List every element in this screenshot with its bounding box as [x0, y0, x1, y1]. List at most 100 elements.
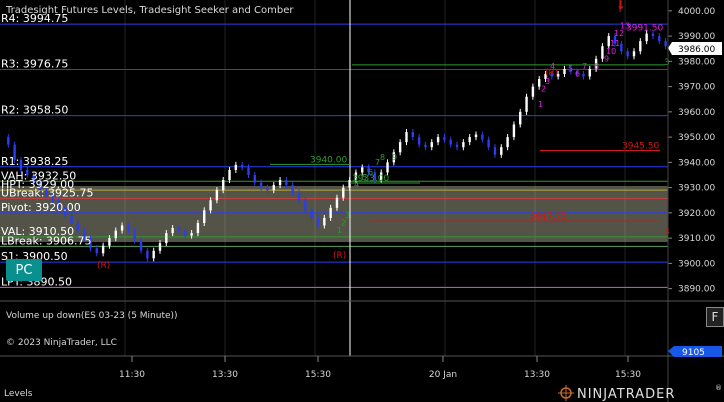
candle-body: [588, 68, 591, 77]
candle-body: [259, 182, 263, 188]
candle-body: [424, 144, 427, 148]
candle-body: [329, 207, 332, 218]
candle-body: [120, 225, 124, 231]
price-tick-label: 3910.00: [678, 234, 715, 244]
level-label: UBreak: 3925.75: [1, 186, 93, 199]
candle-body: [240, 164, 244, 168]
level-label: Pivot: 3920.00: [1, 201, 81, 214]
level-label: R2: 3958.50: [1, 104, 68, 117]
candle-body: [430, 142, 433, 148]
annotation-label: 3945.50: [622, 141, 659, 151]
tab-levels[interactable]: Levels: [4, 389, 33, 399]
time-tick-label: 15:30: [305, 370, 331, 380]
candle-body: [512, 124, 516, 138]
time-tick-label: 13:30: [212, 370, 238, 380]
annotation-label: 3: [664, 227, 670, 237]
candle-body: [411, 132, 414, 138]
candle-body: [462, 142, 465, 148]
time-tick-label: 20 Jan: [429, 370, 457, 380]
candle-body: [209, 200, 212, 211]
candle-body: [632, 51, 636, 57]
candle-body: [95, 248, 98, 254]
chart-title: Tradesight Futures Levels, Tradesight Se…: [5, 5, 294, 16]
candle-body: [639, 41, 642, 52]
candle-body: [7, 137, 10, 145]
candle-body: [506, 137, 509, 148]
candle-body: [171, 228, 174, 234]
candle-body: [222, 180, 225, 191]
candle-body: [139, 240, 143, 251]
candle-body: [184, 230, 187, 236]
price-tick-label: 3980.00: [678, 57, 715, 67]
price-tick-label: 3970.00: [678, 83, 715, 93]
current-price-tag: 3986.00: [668, 42, 722, 55]
price-tick-label: 3940.00: [678, 158, 715, 168]
candle-body: [398, 142, 402, 153]
candle-body: [664, 41, 667, 47]
pc-badge[interactable]: PC: [6, 259, 42, 281]
price-tick-label: 3950.00: [678, 133, 715, 143]
candle-body: [228, 169, 231, 181]
copyright: © 2023 NinjaTrader, LLC: [6, 338, 117, 348]
price-tick-label: 3960.00: [678, 108, 715, 118]
candle-body: [468, 137, 471, 143]
candle-body: [493, 147, 497, 155]
volume-value-tag: 9105: [668, 346, 722, 358]
time-tick-label: 11:30: [119, 370, 145, 380]
candle-body: [158, 243, 162, 251]
candle-body: [196, 222, 200, 234]
candle-body: [127, 225, 130, 231]
candle-body: [215, 190, 219, 201]
count-label-magenta: 7: [582, 62, 587, 71]
candle-body: [203, 210, 206, 223]
ninjatrader-logo: NINJATRADER ®: [558, 384, 722, 402]
candle-body: [386, 162, 389, 173]
candle-body: [165, 233, 168, 244]
candle-body: [361, 167, 364, 173]
candle-body: [626, 51, 629, 57]
ninjatrader-mark-icon: [558, 385, 574, 401]
count-label-magenta: 11: [610, 39, 620, 48]
value-area-band: [0, 186, 668, 242]
candle-body: [658, 36, 661, 42]
down-arrow-icon: ↓: [616, 0, 626, 12]
candle-body: [146, 250, 149, 259]
level-label: R1: 3938.25: [1, 155, 68, 168]
count-label-green: 6: [368, 168, 373, 177]
candle-body: [342, 187, 345, 198]
candle-body: [405, 132, 408, 143]
price-tick-label: 3890.00: [678, 285, 715, 295]
annotation-label: 3: [664, 58, 670, 68]
price-tick-label: 3900.00: [678, 259, 715, 269]
price-tick-label: 3990.00: [678, 32, 715, 42]
candle-body: [335, 197, 339, 208]
candle-body: [563, 68, 566, 74]
candle-body: [291, 185, 294, 193]
candle-body: [108, 238, 111, 246]
price-tick-label: 3920.00: [678, 209, 715, 219]
price-tick-label: 4000.00: [678, 7, 715, 17]
candle-body: [133, 230, 136, 241]
candle-body: [455, 144, 459, 148]
candle-body: [304, 200, 307, 211]
candle-body: [234, 164, 238, 170]
f-button[interactable]: F: [706, 307, 724, 327]
candle-body: [443, 137, 446, 140]
candle-body: [152, 250, 155, 259]
seeker-label: (R): [333, 251, 346, 261]
time-tick-label: 15:30: [615, 370, 641, 380]
count-label-green: 4: [354, 181, 359, 190]
candle-body: [481, 134, 484, 140]
candle-body: [645, 33, 648, 42]
candle-body: [620, 43, 623, 52]
candle-body: [266, 187, 269, 191]
count-label-magenta: 5: [568, 64, 573, 73]
count-label-green: 5: [362, 173, 367, 182]
candle-body: [417, 137, 421, 145]
candle-body: [114, 230, 117, 239]
candle-body: [525, 96, 528, 112]
candle-body: [487, 139, 490, 148]
count-label-magenta: 3: [545, 77, 550, 86]
candle-body: [519, 111, 522, 125]
candle-body: [310, 210, 313, 218]
